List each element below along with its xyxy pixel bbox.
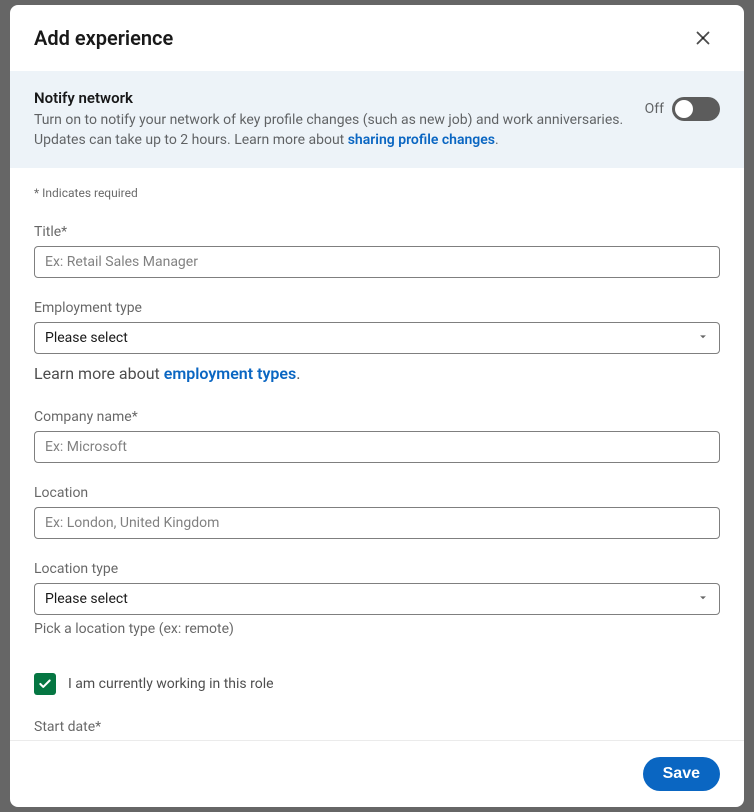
learn-suffix: .: [296, 364, 300, 383]
title-label: Title*: [34, 224, 720, 240]
employment-type-label: Employment type: [34, 300, 720, 316]
close-button[interactable]: [686, 21, 720, 55]
currently-working-label: I am currently working in this role: [68, 676, 274, 692]
required-indicator: * Indicates required: [34, 186, 720, 200]
employment-type-select[interactable]: Please select: [34, 322, 720, 354]
notify-description: Turn on to notify your network of key pr…: [34, 111, 629, 150]
employment-type-group: Employment type Please select: [34, 300, 720, 354]
notify-desc-suffix: .: [495, 132, 499, 148]
sharing-profile-changes-link[interactable]: sharing profile changes: [348, 132, 495, 148]
toggle-state-label: Off: [645, 101, 664, 117]
add-experience-modal: Add experience Notify network Turn on to…: [10, 5, 744, 807]
company-label: Company name*: [34, 409, 720, 425]
location-type-label: Location type: [34, 561, 720, 577]
company-input[interactable]: [34, 431, 720, 463]
notify-network-box: Notify network Turn on to notify your ne…: [10, 71, 744, 168]
modal-body[interactable]: Notify network Turn on to notify your ne…: [10, 71, 744, 740]
notify-toggle-wrap: Off: [645, 97, 720, 121]
modal-title: Add experience: [34, 26, 173, 50]
learn-prefix: Learn more about: [34, 364, 164, 383]
notify-desc-prefix: Turn on to notify your network of key pr…: [34, 112, 623, 148]
start-date-group: Start date*: [34, 719, 720, 735]
notify-toggle[interactable]: [672, 97, 720, 121]
modal-footer: Save: [10, 740, 744, 807]
currently-working-checkbox[interactable]: [34, 673, 56, 695]
location-input[interactable]: [34, 507, 720, 539]
save-button[interactable]: Save: [643, 757, 720, 791]
location-type-select-wrap: Please select: [34, 583, 720, 615]
location-type-help: Pick a location type (ex: remote): [34, 621, 720, 637]
employment-types-link[interactable]: employment types: [164, 364, 297, 383]
notify-title: Notify network: [34, 89, 629, 107]
notify-text: Notify network Turn on to notify your ne…: [34, 89, 629, 150]
location-type-group: Location type Please select Pick a locat…: [34, 561, 720, 637]
location-type-select[interactable]: Please select: [34, 583, 720, 615]
title-input[interactable]: [34, 246, 720, 278]
modal-header: Add experience: [10, 5, 744, 71]
title-group: Title*: [34, 224, 720, 278]
toggle-knob: [675, 100, 693, 118]
form-area: * Indicates required Title* Employment t…: [10, 168, 744, 740]
location-label: Location: [34, 485, 720, 501]
check-icon: [38, 677, 52, 691]
employment-types-learn-more: Learn more about employment types.: [34, 364, 720, 383]
company-group: Company name*: [34, 409, 720, 463]
employment-type-select-wrap: Please select: [34, 322, 720, 354]
currently-working-row: I am currently working in this role: [34, 673, 720, 695]
location-group: Location: [34, 485, 720, 539]
start-date-label: Start date*: [34, 719, 720, 735]
close-icon: [692, 27, 714, 49]
